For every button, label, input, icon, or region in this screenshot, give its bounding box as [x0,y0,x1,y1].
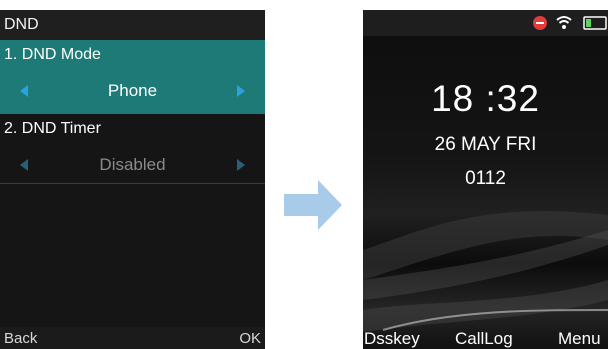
softkey-bar: Dsskey CallLog Menu [363,325,608,349]
arrow-right-icon [284,180,342,230]
back-softkey[interactable]: Back [4,330,37,347]
dnd-mode-item[interactable]: 1. DND Mode Phone [0,40,265,114]
idle-screen: 18 :32 26 MAY FRI 0112 Dsskey CallLog Me… [363,10,608,349]
dnd-mode-value[interactable]: Phone [0,81,265,101]
dnd-mode-label: 1. DND Mode [4,46,101,63]
dnd-timer-value[interactable]: Disabled [0,155,265,175]
divider [0,183,265,184]
right-arrow-icon[interactable] [237,85,245,97]
dnd-timer-label: 2. DND Timer [4,120,101,137]
clock-time: 18 :32 [431,78,540,119]
dsskey-softkey[interactable]: Dsskey [364,329,420,349]
extension-number: 0112 [465,168,506,189]
wifi-icon [556,16,572,29]
dnd-icon [533,16,547,30]
right-arrow-icon[interactable] [237,159,245,171]
dnd-settings-screen: DND 1. DND Mode Phone 2. DND Timer Disab… [0,10,265,349]
softkey-bar: Back OK [0,327,265,349]
screen-title: DND [0,10,265,40]
battery-icon [583,16,607,30]
status-bar [363,10,608,36]
clock-date: 26 MAY FRI [434,134,537,155]
ok-softkey[interactable]: OK [239,330,261,347]
menu-softkey[interactable]: Menu [558,329,601,349]
calllog-softkey[interactable]: CallLog [455,329,513,349]
dnd-timer-item[interactable]: 2. DND Timer Disabled [0,114,265,188]
